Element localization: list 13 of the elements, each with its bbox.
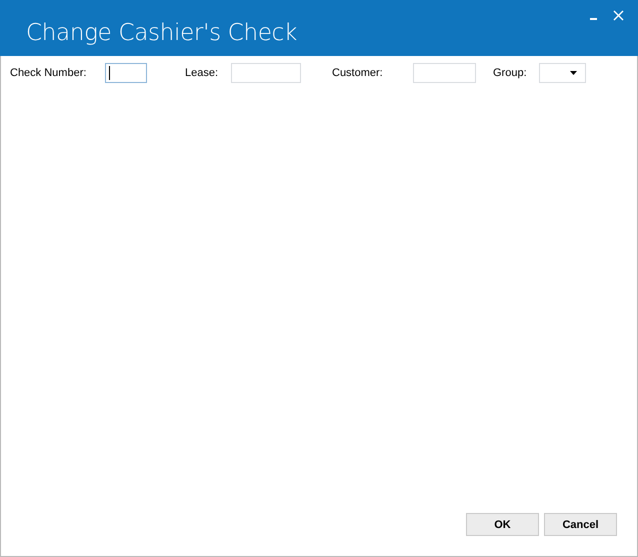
dropdown-arrow-icon	[570, 71, 577, 75]
window-title: Change Cashier's Check	[25, 20, 298, 48]
close-icon[interactable]	[613, 10, 624, 21]
field-label: Customer:	[332, 67, 384, 79]
input-field[interactable]	[413, 63, 476, 83]
field-label: Check Number:	[10, 67, 88, 79]
cancel-button[interactable]: Cancel	[544, 513, 617, 536]
field-label: Lease:	[185, 67, 220, 79]
ok-button[interactable]: OK	[466, 513, 539, 536]
field-label: Group:	[493, 67, 528, 79]
input-field[interactable]	[231, 63, 301, 83]
input-field[interactable]	[105, 63, 147, 83]
group-dropdown[interactable]	[539, 63, 586, 83]
